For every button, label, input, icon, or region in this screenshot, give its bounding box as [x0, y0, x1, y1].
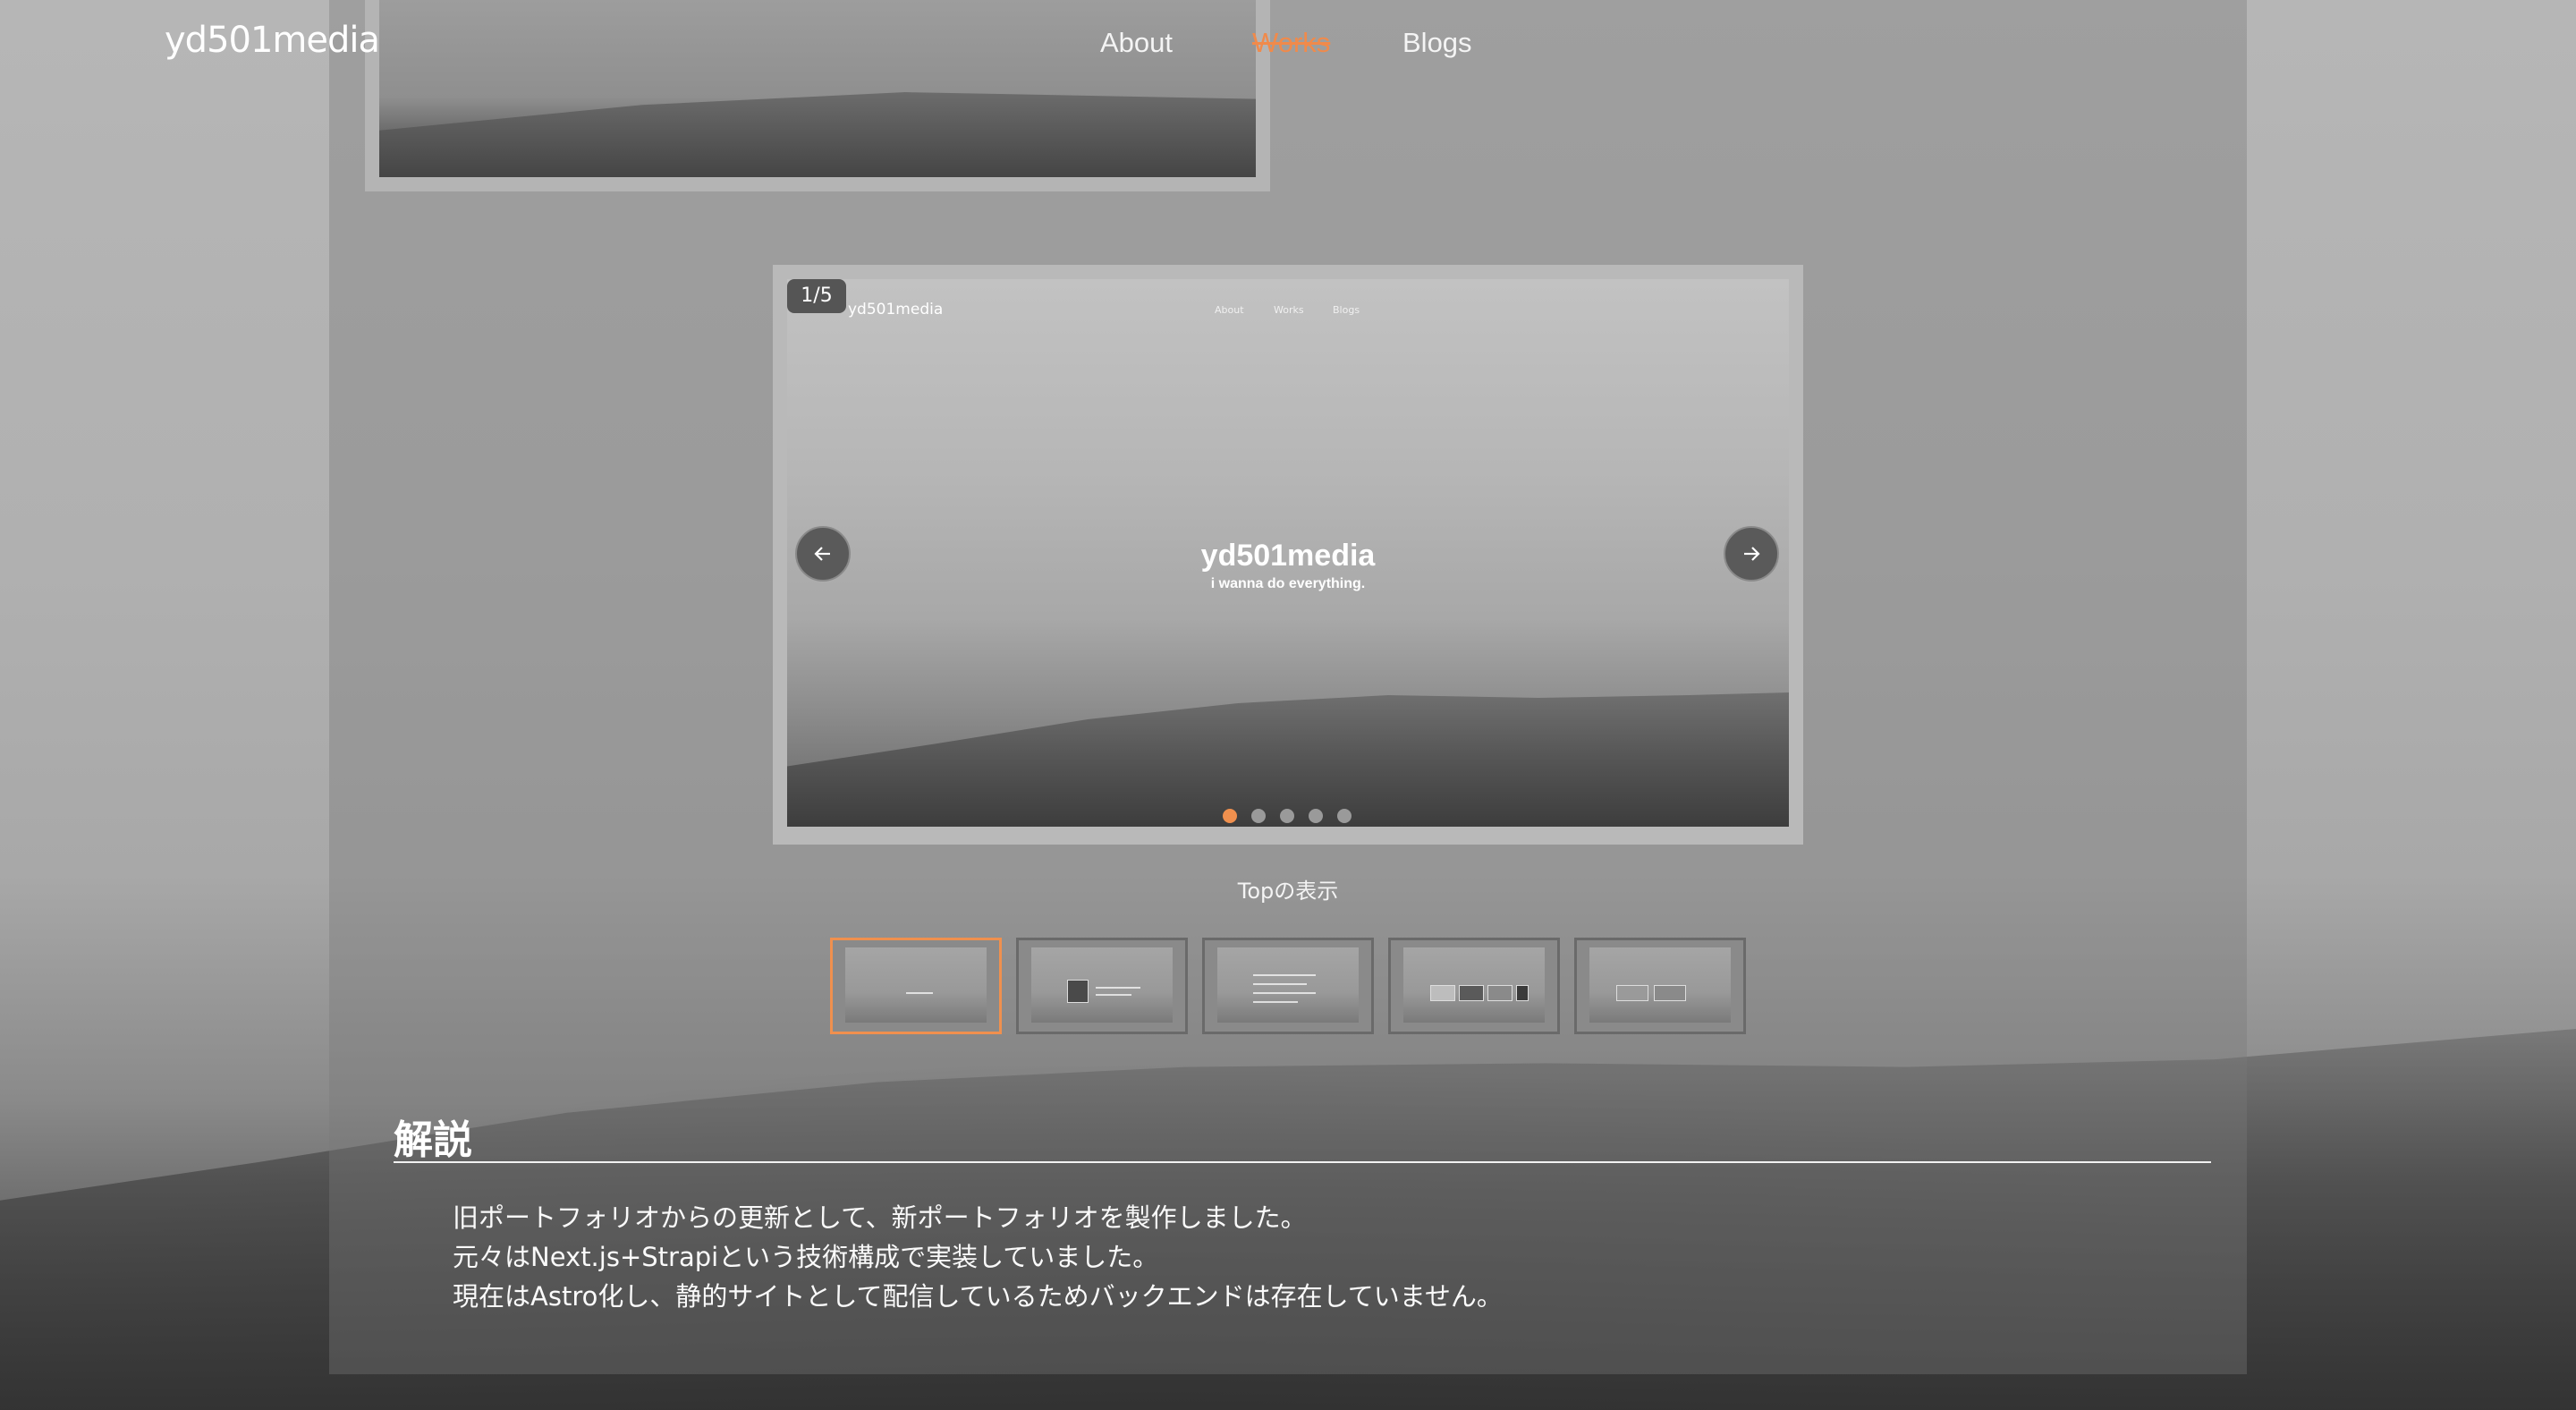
- slide-preview-nav-blogs: Blogs: [1333, 304, 1360, 316]
- pagination-dot[interactable]: [1223, 809, 1237, 823]
- previous-slide-button[interactable]: [795, 526, 851, 582]
- slide-image[interactable]: yd501media About Works Blogs yd501media …: [787, 279, 1789, 827]
- thumbnail-photo: [1487, 985, 1513, 1001]
- pagination-dot[interactable]: [1337, 809, 1352, 823]
- nav-item-about[interactable]: About: [1100, 27, 1173, 59]
- thumbnail-photo: [1430, 985, 1455, 1001]
- description-line: 旧ポートフォリオからの更新として、新ポートフォリオを製作しました。: [453, 1202, 1307, 1233]
- slide-frame: yd501media About Works Blogs yd501media …: [773, 265, 1803, 845]
- slide-landscape: [787, 692, 1789, 827]
- thumbnail-4[interactable]: [1388, 938, 1560, 1034]
- thumbnail-photo: [1516, 985, 1529, 1001]
- thumbnail-photo: [1616, 985, 1648, 1001]
- slide-caption: Topの表示: [1237, 879, 1339, 904]
- thumbnail-image: [845, 947, 987, 1023]
- thumbnail-photo: [1654, 985, 1686, 1001]
- thumbnail-photo: [1067, 980, 1089, 1003]
- thumbnail-text-line: [906, 992, 933, 994]
- pagination-dot[interactable]: [1280, 809, 1294, 823]
- main-nav: About Works Blogs: [0, 27, 2576, 63]
- thumbnail-image: [1403, 947, 1545, 1023]
- thumbnail-text-line: [1096, 987, 1140, 989]
- description-line: 元々はNext.js+Strapiという技術構成で実装していました。: [453, 1242, 1159, 1272]
- slide-pagination: [0, 809, 2576, 823]
- description-heading: 解説: [394, 1117, 472, 1163]
- thumbnail-image: [1217, 947, 1359, 1023]
- pagination-dot[interactable]: [1309, 809, 1323, 823]
- slide-counter: 1/5: [787, 279, 846, 313]
- slide-preview-subtitle: i wanna do everything.: [1210, 576, 1366, 591]
- thumbnail-text-line: [1253, 983, 1307, 985]
- thumbnail-text-line: [1253, 1001, 1298, 1003]
- thumbnail-1[interactable]: [830, 938, 1002, 1034]
- thumbnail-image: [1589, 947, 1731, 1023]
- next-slide-button[interactable]: [1724, 526, 1779, 582]
- slide-preview-title: yd501media: [1200, 539, 1376, 573]
- slide-preview-logo: yd501media: [848, 301, 944, 319]
- thumbnail-text-line: [1253, 974, 1316, 976]
- thumbnail-photo: [1459, 985, 1484, 1001]
- thumbnail-5[interactable]: [1574, 938, 1746, 1034]
- arrow-left-icon: [814, 547, 830, 561]
- pagination-dot[interactable]: [1251, 809, 1266, 823]
- thumbnail-2[interactable]: [1016, 938, 1188, 1034]
- description-divider: [394, 1161, 2211, 1163]
- slide-preview-nav-about: About: [1215, 304, 1244, 316]
- thumbnail-3[interactable]: [1202, 938, 1374, 1034]
- thumbnail-text-line: [1253, 992, 1316, 994]
- description-line: 現在はAstro化し、静的サイトとして配信しているためバックエンドは存在していま…: [453, 1281, 1503, 1312]
- thumbnail-text-line: [1096, 994, 1131, 996]
- nav-item-blogs[interactable]: Blogs: [1402, 27, 1472, 59]
- nav-item-works[interactable]: Works: [1252, 27, 1330, 59]
- arrow-right-icon: [1744, 547, 1760, 561]
- slide-preview-nav-works: Works: [1274, 304, 1304, 316]
- thumbnail-image: [1031, 947, 1173, 1023]
